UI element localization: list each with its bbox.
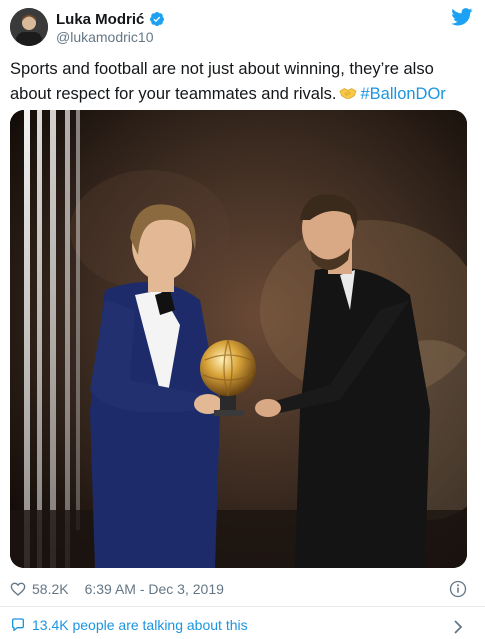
- speech-bubble-icon: [12, 618, 24, 631]
- verified-badge-icon: [150, 12, 165, 26]
- embedded-tweet: Luka Modrić @lukamodric10 Sports and foo…: [0, 0, 485, 639]
- heart-icon[interactable]: [10, 581, 26, 597]
- conversation-label[interactable]: 13.4K people are talking about this: [32, 617, 248, 633]
- tweet-meta: 58.2K 6:39 AM - Dec 3, 2019: [10, 578, 224, 600]
- info-icon[interactable]: [449, 580, 467, 598]
- hashtag-link[interactable]: #BallonDOr: [361, 85, 446, 103]
- conversation-link[interactable]: 13.4K people are talking about this: [10, 617, 248, 633]
- like-count[interactable]: 58.2K: [32, 581, 69, 597]
- chevron-right-icon[interactable]: [453, 620, 463, 634]
- twitter-logo-icon[interactable]: [451, 8, 473, 26]
- author-name[interactable]: Luka Modrić: [56, 11, 144, 28]
- tweet-text: Sports and football are not just about w…: [10, 57, 475, 107]
- avatar[interactable]: [10, 8, 48, 46]
- tweet-timestamp[interactable]: 6:39 AM - Dec 3, 2019: [85, 581, 224, 597]
- author-name-row[interactable]: Luka Modrić: [56, 10, 165, 28]
- handshake-icon: [338, 88, 357, 99]
- divider: [0, 606, 485, 607]
- author-handle[interactable]: @lukamodric10: [56, 29, 153, 45]
- tweet-photo[interactable]: [10, 110, 467, 568]
